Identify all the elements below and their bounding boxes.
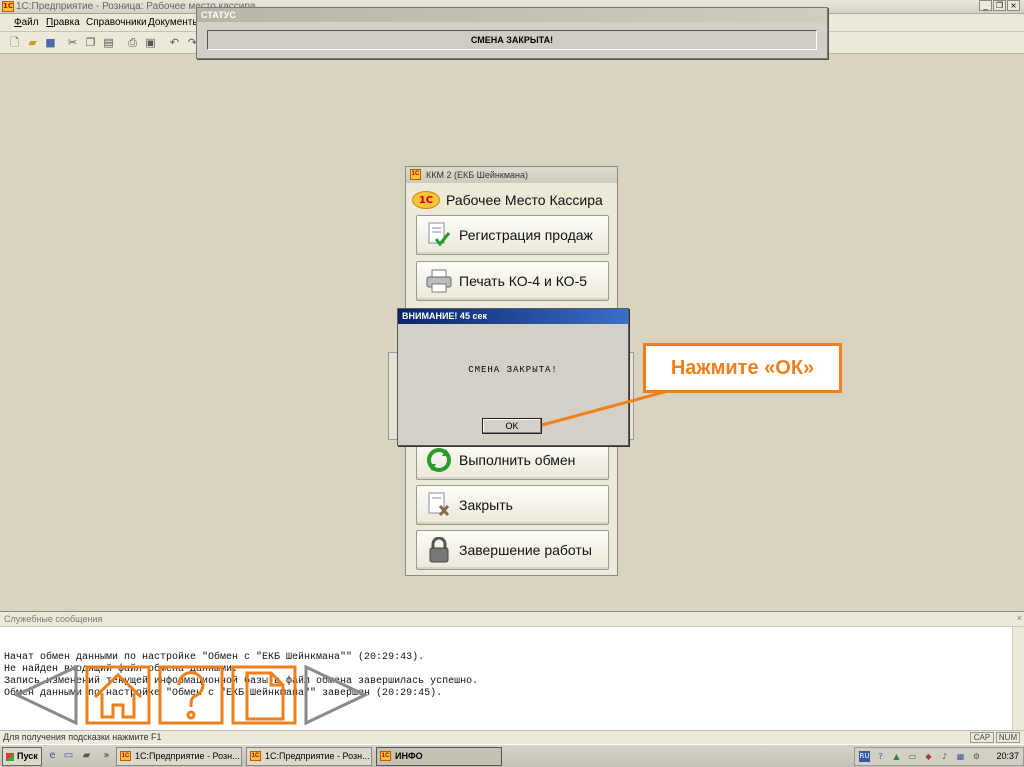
language-indicator[interactable]: RU — [859, 751, 870, 762]
messages-scrollbar[interactable] — [1012, 627, 1024, 731]
folder-icon[interactable]: ▰ — [80, 749, 93, 762]
copy-icon[interactable]: ❐ — [84, 36, 97, 49]
usb-tray-icon[interactable]: ⚙ — [971, 751, 982, 762]
menu-edit[interactable]: Правка — [46, 16, 80, 30]
restore-button[interactable]: ❐ — [993, 0, 1006, 11]
close-kkm-button[interactable]: Закрыть — [416, 485, 609, 525]
attention-dialog-message: СМЕНА ЗАКРЫТА! — [468, 365, 558, 375]
help-icon — [158, 665, 224, 725]
start-button[interactable]: Пуск — [2, 747, 42, 766]
attention-dialog: ВНИМАНИЕ! 45 сек СМЕНА ЗАКРЫТА! OK — [397, 308, 629, 446]
close-kkm-label: Закрыть — [459, 497, 513, 513]
service-messages-panel: Служебные сообщения × Начат обмен данным… — [0, 611, 1024, 731]
quicklaunch-more-icon[interactable]: » — [100, 749, 113, 762]
new-document-icon[interactable]: 🗋 — [8, 36, 21, 49]
kkm-header-title: Рабочее Место Кассира — [446, 192, 603, 208]
exchange-label: Выполнить обмен — [459, 452, 576, 468]
status-window: СТАТУС СМЕНА ЗАКРЫТА! — [196, 7, 828, 59]
1c-task-icon: 1С — [380, 751, 391, 761]
print-icon[interactable]: ⎙ — [126, 36, 139, 49]
nav-help-button[interactable] — [158, 665, 224, 725]
lock-icon — [425, 536, 453, 564]
1c-small-icon: 1С — [410, 169, 421, 180]
kkm-header: 1С Рабочее Место Кассира — [412, 189, 603, 211]
status-hint: Для получения подсказки нажмите F1 — [3, 732, 162, 742]
taskbar: Пуск e ▭ ▰ » 1С 1С:Предприятие - Розн...… — [0, 744, 1024, 767]
sales-registration-label: Регистрация продаж — [459, 227, 593, 243]
kkm-caption: 1С ККМ 2 (ЕКБ Шейнкмана) — [406, 167, 617, 183]
desktop-icon[interactable]: ▭ — [62, 749, 75, 762]
document-check-icon — [425, 221, 453, 249]
paste-icon[interactable]: ▤ — [102, 36, 115, 49]
back-arrow-icon — [14, 665, 78, 725]
volume-tray-icon[interactable]: ♪ — [939, 751, 950, 762]
printer-icon — [425, 267, 453, 295]
clock: 20:37 — [996, 751, 1019, 761]
antivirus-tray-icon[interactable]: ◆ — [923, 751, 934, 762]
monitor-tray-icon[interactable]: ▭ — [907, 751, 918, 762]
message-line: Начат обмен данными по настройке "Обмен … — [4, 652, 425, 663]
save-icon[interactable]: ■ — [44, 36, 57, 49]
ok-button[interactable]: OK — [482, 418, 542, 434]
taskbar-item-label: 1С:Предприятие - Розн... — [135, 751, 240, 761]
document-icon — [231, 665, 297, 725]
nav-forward-button[interactable] — [302, 665, 368, 725]
kkm-caption-text: ККМ 2 (ЕКБ Шейнкмана) — [426, 170, 528, 180]
1c-task-icon: 1С — [250, 751, 261, 761]
minimize-button[interactable]: _ — [979, 0, 992, 11]
window-controls: _ ❐ × — [979, 0, 1020, 11]
messages-close-icon[interactable]: × — [1017, 613, 1022, 623]
taskbar-item-1c-2[interactable]: 1С 1С:Предприятие - Розн... — [246, 747, 372, 766]
menu-catalogs[interactable]: Справочники — [86, 16, 147, 30]
refresh-icon — [425, 446, 453, 474]
num-indicator: NUM — [996, 732, 1020, 743]
sales-registration-button[interactable]: Регистрация продаж — [416, 215, 609, 255]
forward-arrow-icon — [304, 665, 368, 725]
ie-icon[interactable]: e — [46, 749, 59, 762]
status-window-caption: СТАТУС — [197, 8, 827, 22]
menu-file[interactable]: Файл — [14, 16, 39, 30]
menu-documents[interactable]: Документы — [148, 16, 200, 30]
undo-icon[interactable]: ↶ — [168, 36, 181, 49]
1c-task-icon: 1С — [120, 751, 131, 761]
attention-dialog-caption: ВНИМАНИЕ! 45 сек — [398, 309, 628, 324]
preview-icon[interactable]: ▣ — [144, 36, 157, 49]
shutdown-label: Завершение работы — [459, 542, 592, 558]
service-messages-caption: Служебные сообщения — [0, 612, 1024, 627]
open-folder-icon[interactable]: ▰ — [26, 36, 39, 49]
print-ko-button[interactable]: Печать КО-4 и КО-5 — [416, 261, 609, 301]
1c-app-icon: 1С — [2, 1, 14, 12]
status-message: СМЕНА ЗАКРЫТА! — [207, 30, 817, 50]
taskbar-item-info[interactable]: 1С ИНФО — [376, 747, 502, 766]
nav-home-button[interactable] — [85, 665, 151, 725]
nav-document-button[interactable] — [231, 665, 297, 725]
1c-logo-icon: 1С — [412, 191, 440, 209]
print-ko-label: Печать КО-4 и КО-5 — [459, 273, 588, 289]
display-tray-icon[interactable]: ▦ — [955, 751, 966, 762]
nav-back-button[interactable] — [14, 665, 80, 725]
document-close-icon — [425, 491, 453, 519]
shutdown-button[interactable]: Завершение работы — [416, 530, 609, 570]
exchange-button[interactable]: Выполнить обмен — [416, 440, 609, 480]
cut-icon[interactable]: ✂ — [66, 36, 79, 49]
home-icon — [85, 665, 151, 725]
status-bar: Для получения подсказки нажмите F1 CAP N… — [0, 730, 1024, 744]
caps-indicator: CAP — [970, 732, 994, 743]
help-tray-icon[interactable]: ? — [875, 751, 886, 762]
taskbar-item-label: 1С:Предприятие - Розн... — [265, 751, 370, 761]
taskbar-item-label: ИНФО — [395, 751, 423, 761]
close-button[interactable]: × — [1007, 0, 1020, 11]
system-tray: RU ? ▲ ▭ ◆ ♪ ▦ ⚙ 20:37 — [854, 747, 1024, 766]
callout-press-ok: Нажмите «ОК» — [643, 343, 842, 393]
taskbar-item-1c-1[interactable]: 1С 1С:Предприятие - Розн... — [116, 747, 242, 766]
network-tray-icon[interactable]: ▲ — [891, 751, 902, 762]
